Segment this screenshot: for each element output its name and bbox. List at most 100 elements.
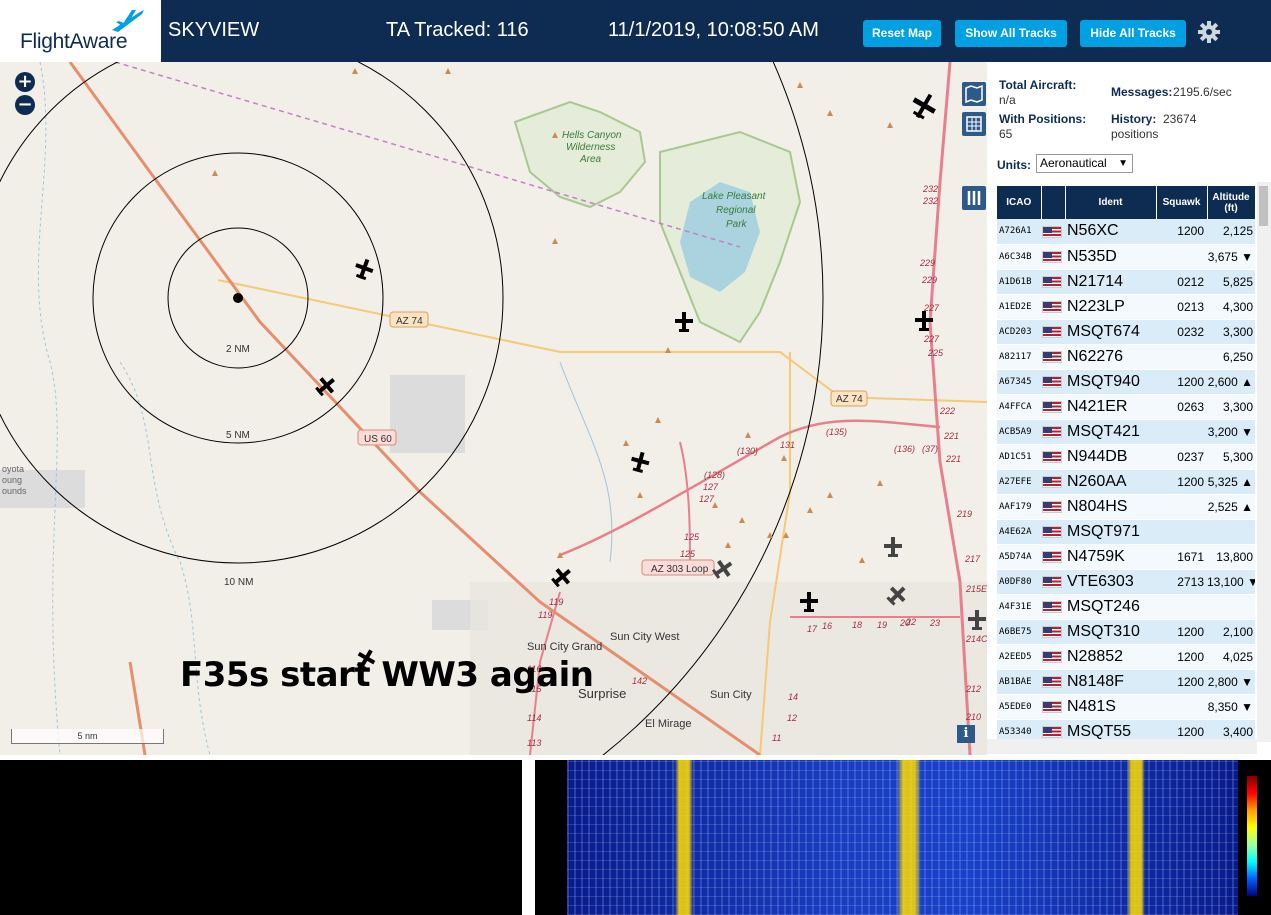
table-row[interactable]: A1D61B N21714 0212 5,825 xyxy=(997,269,1255,295)
flag-cell xyxy=(1041,544,1065,570)
svg-text:222: 222 xyxy=(939,406,955,416)
icao-cell: A4E62A xyxy=(997,519,1041,545)
us-flag-icon xyxy=(1042,351,1062,364)
datetime: 11/1/2019, 10:08:50 AM xyxy=(608,19,819,41)
svg-text:AZ 303 Loop: AZ 303 Loop xyxy=(651,564,709,575)
col-header-squawk[interactable]: Squawk xyxy=(1156,186,1208,219)
table-row[interactable]: ACB5A9 MSQT421 3,200 ▼ xyxy=(997,419,1255,445)
table-row[interactable]: A4F31E MSQT246 xyxy=(997,594,1255,620)
columns-toggle-button[interactable] xyxy=(962,186,986,210)
svg-text:(136): (136) xyxy=(894,444,915,454)
with-positions-label: With Positions: xyxy=(999,112,1087,126)
ident-cell: N804HS xyxy=(1065,494,1156,520)
svg-text:215E: 215E xyxy=(965,584,987,594)
altitude-cell: 2,125 xyxy=(1207,219,1255,245)
icao-cell: A4F31E xyxy=(997,594,1041,620)
table-row[interactable]: A4E62A MSQT971 xyxy=(997,519,1255,545)
svg-text:18: 18 xyxy=(852,620,862,630)
ident-cell: N481S xyxy=(1065,694,1156,720)
squawk-cell: 1200 xyxy=(1156,619,1207,645)
ident-cell: N421ER xyxy=(1065,394,1156,420)
table-row[interactable]: AAF179 N804HS 2,525 ▲ xyxy=(997,494,1255,520)
icao-cell: A1ED2E xyxy=(997,294,1041,320)
aircraft-icon[interactable] xyxy=(907,89,941,124)
aircraft-icon[interactable] xyxy=(629,450,652,474)
scrollbar-thumb[interactable] xyxy=(1259,186,1268,226)
icao-cell: A1D61B xyxy=(997,269,1041,295)
table-row[interactable]: AB1BAE N8148F 1200 2,800 ▼ xyxy=(997,669,1255,695)
table-row[interactable]: A5EDE0 N481S 8,350 ▼ xyxy=(997,694,1255,720)
hide-all-tracks-button[interactable]: Hide All Tracks xyxy=(1080,20,1186,47)
units-label: Units: xyxy=(997,158,1031,172)
table-scrollbar[interactable] xyxy=(1257,182,1271,742)
altitude-cell: 4,300 xyxy=(1207,294,1255,320)
svg-text:219: 219 xyxy=(956,509,972,519)
flag-cell xyxy=(1041,269,1065,295)
table-row[interactable]: A0DF80 VTE6303 2713 13,100 ▼ xyxy=(997,569,1255,595)
altitude-cell: 3,675 ▼ xyxy=(1207,244,1255,270)
squawk-cell: 1200 xyxy=(1156,669,1207,695)
zoom-out-button[interactable]: − xyxy=(15,95,35,115)
svg-text:23: 23 xyxy=(929,618,940,628)
map-view[interactable]: Hells Canyon Wilderness Area Lake Pleasa… xyxy=(0,62,987,755)
aircraft-table: ICAO Ident Squawk Altitude (ft) A726A1 N5… xyxy=(997,186,1256,745)
aircraft-icon[interactable] xyxy=(313,373,340,400)
table-row[interactable]: A82117 N62276 6,250 xyxy=(997,344,1255,370)
col-header-altitude[interactable]: Altitude (ft) xyxy=(1207,186,1256,219)
svg-text:(37): (37) xyxy=(922,444,938,454)
icao-cell: A67345 xyxy=(997,369,1041,395)
svg-text:17: 17 xyxy=(807,624,818,634)
col-header-flag[interactable] xyxy=(1041,186,1066,219)
blank-panel xyxy=(0,760,522,915)
gear-icon[interactable] xyxy=(1197,20,1221,44)
info-button[interactable]: i xyxy=(957,725,975,743)
table-row[interactable]: A2EED5 N28852 1200 4,025 xyxy=(997,644,1255,670)
col-header-ident[interactable]: Ident xyxy=(1065,186,1157,219)
logo[interactable]: FlightAware xyxy=(0,0,163,62)
grid-icon xyxy=(966,116,982,132)
table-row[interactable]: A6BE75 MSQT310 1200 2,100 xyxy=(997,619,1255,645)
svg-text:AZ 74: AZ 74 xyxy=(396,316,423,327)
svg-text:Area: Area xyxy=(579,154,602,165)
squawk-cell: 0237 xyxy=(1156,444,1207,470)
table-row[interactable]: A5D74A N4759K 1671 13,800 xyxy=(997,544,1255,570)
table-row[interactable]: ACD203 MSQT674 0232 3,300 xyxy=(997,319,1255,345)
units-value: Aeronautical xyxy=(1040,156,1107,170)
ident-cell: MSQT246 xyxy=(1065,594,1156,620)
svg-text:125: 125 xyxy=(684,532,700,542)
table-row[interactable]: A67345 MSQT940 1200 2,600 ▲ xyxy=(997,369,1255,395)
icao-cell: AD1C51 xyxy=(997,444,1041,470)
aircraft-icon[interactable] xyxy=(884,537,902,557)
aircraft-icon[interactable] xyxy=(675,312,693,332)
table-row[interactable]: A6C34B N535D 3,675 ▼ xyxy=(997,244,1255,270)
altitude-cell: 3,300 xyxy=(1207,319,1255,345)
col-header-icao[interactable]: ICAO xyxy=(997,186,1042,219)
icao-cell: A5EDE0 xyxy=(997,694,1041,720)
svg-text:119: 119 xyxy=(538,610,552,620)
table-row[interactable]: A726A1 N56XC 1200 2,125 xyxy=(997,219,1255,245)
aircraft-icon[interactable] xyxy=(352,257,376,282)
altitude-cell: 2,600 ▲ xyxy=(1207,369,1255,395)
altitude-cell: 5,300 xyxy=(1207,444,1255,470)
grid-toggle-button[interactable] xyxy=(962,112,986,136)
map-layers-button[interactable] xyxy=(962,82,986,106)
flag-cell xyxy=(1041,219,1065,245)
units-select[interactable]: Aeronautical ▼ xyxy=(1036,154,1133,173)
altitude-cell: 13,800 xyxy=(1207,544,1255,570)
horizontal-scrollbar[interactable] xyxy=(987,739,1257,754)
flag-cell xyxy=(1041,394,1065,420)
table-row[interactable]: AD1C51 N944DB 0237 5,300 xyxy=(997,444,1255,470)
icao-cell: A0DF80 xyxy=(997,569,1041,595)
zoom-in-button[interactable]: + xyxy=(15,72,35,92)
svg-text:oung: oung xyxy=(2,475,22,485)
altitude-cell: 4,025 xyxy=(1207,644,1255,670)
table-row[interactable]: A4FFCA N421ER 0263 3,300 xyxy=(997,394,1255,420)
reset-map-button[interactable]: Reset Map xyxy=(863,20,941,47)
us-flag-icon xyxy=(1042,376,1062,389)
table-row[interactable]: A27EFE N260AA 1200 5,325 ▲ xyxy=(997,469,1255,495)
history-unit: positions xyxy=(1111,127,1159,141)
show-all-tracks-button[interactable]: Show All Tracks xyxy=(955,20,1067,47)
svg-text:(128): (128) xyxy=(704,470,725,480)
table-row[interactable]: A1ED2E N223LP 0213 4,300 xyxy=(997,294,1255,320)
svg-text:227: 227 xyxy=(923,334,940,344)
